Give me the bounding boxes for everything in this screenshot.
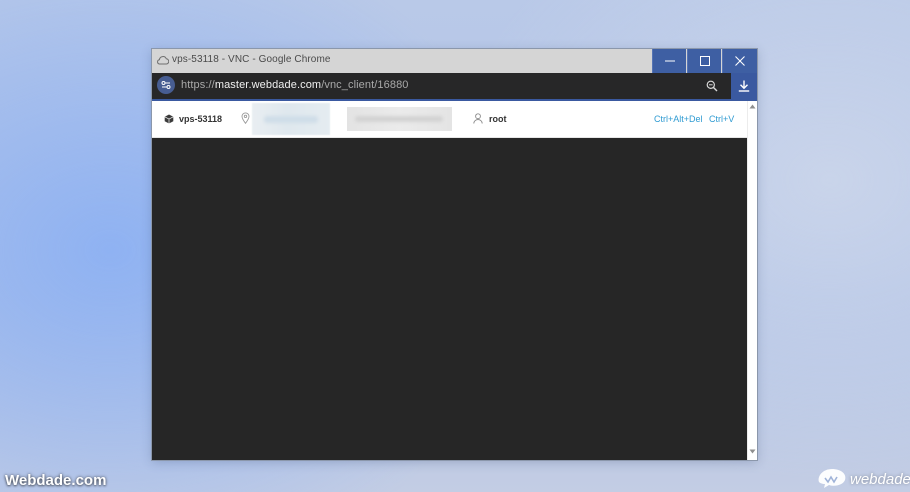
- maximize-button[interactable]: [687, 49, 721, 73]
- close-button[interactable]: [722, 49, 757, 73]
- server-name: vps-53118: [179, 114, 223, 124]
- zoom-out-icon[interactable]: [706, 80, 718, 92]
- ctrl-alt-del-button[interactable]: Ctrl+Alt+Del: [654, 114, 703, 124]
- location-pin-icon: [241, 112, 250, 124]
- window-title: vps-53118 - VNC - Google Chrome: [172, 54, 331, 65]
- vertical-scrollbar[interactable]: [747, 101, 757, 460]
- url-host: master.webdade.com: [214, 79, 322, 91]
- scroll-up-icon[interactable]: [749, 104, 756, 109]
- title-bar[interactable]: vps-53118 - VNC - Google Chrome: [152, 49, 757, 73]
- close-icon: [735, 56, 745, 66]
- minimize-button[interactable]: [652, 49, 686, 73]
- password-redacted: [347, 107, 452, 131]
- scroll-down-icon[interactable]: [749, 449, 756, 454]
- url-field[interactable]: https://master.webdade.com/vnc_client/16…: [181, 79, 409, 91]
- minimize-icon: [664, 60, 675, 62]
- download-button[interactable]: [731, 73, 757, 99]
- watermark-logo-text: webdade: [850, 471, 910, 488]
- site-settings-icon: [161, 81, 171, 89]
- watermark-site-text: Webdade.com: [5, 472, 107, 489]
- download-icon: [738, 80, 750, 92]
- vnc-screen[interactable]: [152, 138, 747, 460]
- user-icon: [473, 113, 483, 124]
- url-scheme: https://: [181, 79, 215, 91]
- cloud-icon: [157, 56, 169, 65]
- cube-icon: [164, 114, 174, 124]
- ip-address-redacted: [252, 103, 330, 135]
- webdade-logo-icon: [818, 469, 846, 488]
- maximize-icon: [699, 56, 710, 66]
- address-bar: https://master.webdade.com/vnc_client/16…: [152, 73, 757, 99]
- site-settings-button[interactable]: [157, 76, 175, 94]
- ctrl-v-button[interactable]: Ctrl+V: [709, 114, 734, 124]
- url-path: /vnc_client/16880: [321, 79, 409, 91]
- browser-window: vps-53118 - VNC - Google Chrome https://…: [152, 49, 757, 460]
- vnc-info-bar: vps-53118 root Ctrl+Alt+Del Ctrl+V: [152, 101, 747, 138]
- username: root: [489, 114, 507, 124]
